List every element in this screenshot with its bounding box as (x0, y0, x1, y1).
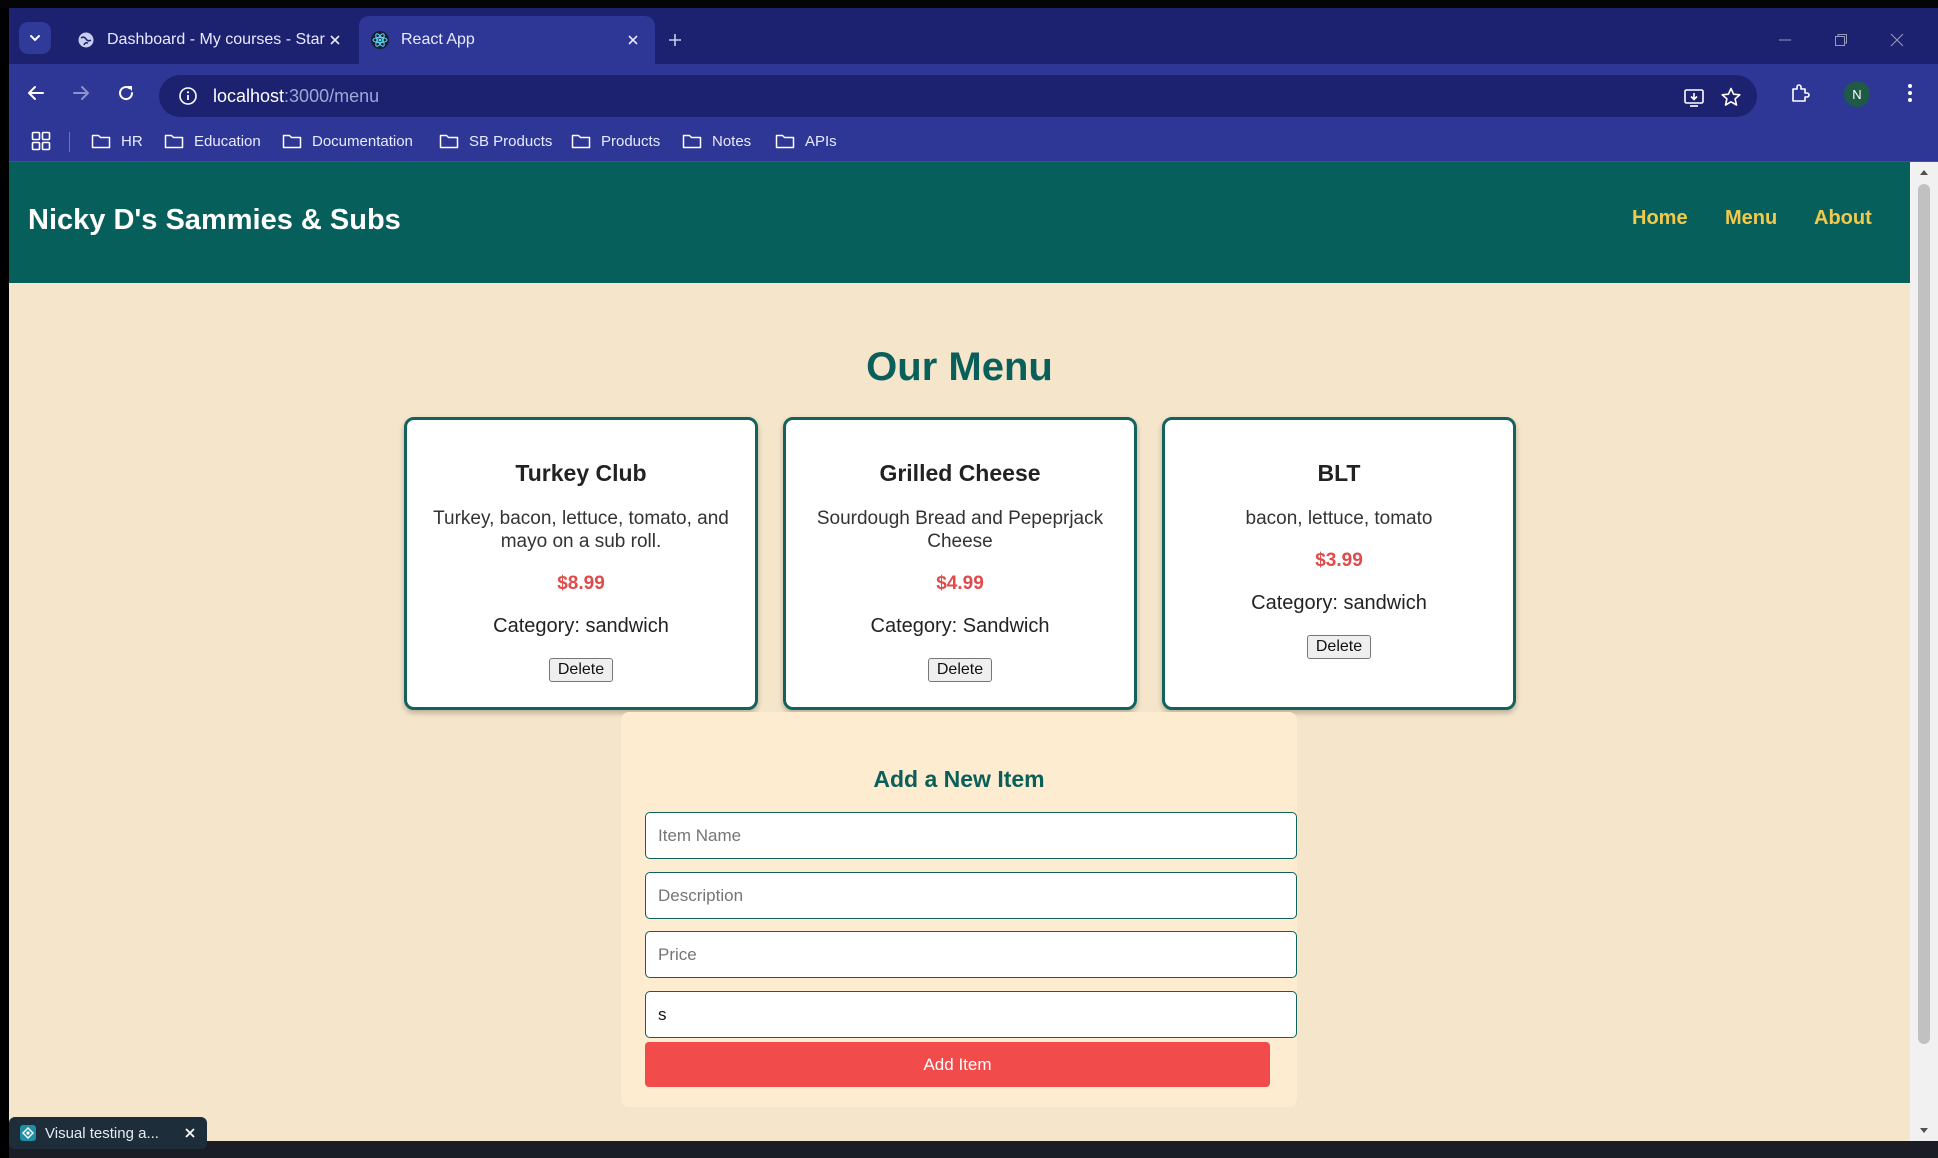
tab-search-button[interactable] (19, 22, 51, 54)
site-header: Nicky D's Sammies & Subs Home Menu About (9, 162, 1910, 283)
tab-react-app[interactable]: React App (359, 16, 655, 64)
arrow-left-icon (28, 86, 44, 100)
bookmark-hr[interactable]: HR (91, 120, 143, 162)
add-item-form: Add a New Item Item Name Description Pri… (621, 712, 1297, 1107)
menu-card-turkey-club: Turkey Club Turkey, bacon, lettuce, toma… (404, 417, 758, 710)
tab-dashboard[interactable]: Dashboard - My courses - Start (65, 16, 357, 64)
new-tab-button[interactable] (661, 26, 689, 54)
category-input[interactable]: s (645, 991, 1297, 1038)
page-viewport: Nicky D's Sammies & Subs Home Menu About… (9, 162, 1910, 1141)
bookmark-sb-products[interactable]: SB Products (439, 120, 552, 162)
minimize-icon (1779, 39, 1791, 41)
more-menu-icon[interactable] (1897, 80, 1923, 106)
forward-button[interactable] (66, 78, 96, 108)
bookmark-notes[interactable]: Notes (682, 120, 751, 162)
page-title: Our Menu (866, 345, 1053, 389)
item-name-input[interactable]: Item Name (645, 812, 1297, 859)
nav-link-home[interactable]: Home (1632, 207, 1688, 230)
restore-button[interactable] (1827, 26, 1855, 54)
item-name: Grilled Cheese (879, 460, 1041, 486)
add-item-button[interactable]: Add Item (645, 1042, 1270, 1087)
screen-top-edge (0, 0, 1938, 8)
folder-icon (282, 134, 302, 149)
profile-avatar[interactable]: N (1844, 81, 1870, 107)
folder-icon (164, 134, 184, 149)
tab-title: React App (401, 31, 475, 48)
folder-icon (571, 134, 591, 149)
chevron-down-icon (30, 35, 40, 42)
visual-testing-toast[interactable]: Visual testing a... (9, 1117, 207, 1149)
folder-icon (775, 134, 795, 149)
browser-toolbar: localhost:3000/menu N (9, 64, 1938, 120)
bookmark-apis[interactable]: APIs (775, 120, 837, 162)
plus-icon (669, 34, 681, 46)
folder-icon (682, 134, 702, 149)
back-button[interactable] (21, 78, 51, 108)
site-brand[interactable]: Nicky D's Sammies & Subs (28, 204, 401, 237)
delete-button[interactable]: Delete (1306, 635, 1372, 659)
bookmark-education[interactable]: Education (164, 120, 261, 162)
tab-strip: Dashboard - My courses - Start React App (9, 8, 1938, 64)
item-description: bacon, lettuce, tomato (1245, 508, 1433, 529)
visual-testing-icon (20, 1125, 36, 1141)
item-name: Turkey Club (515, 460, 647, 486)
close-icon[interactable] (179, 1122, 201, 1144)
delete-button[interactable]: Delete (927, 658, 993, 682)
menu-card-blt: BLT bacon, lettuce, tomato $3.99 Categor… (1162, 417, 1516, 710)
apps-grid-icon[interactable] (31, 131, 51, 151)
item-description: Sourdough Bread and Pepeprjack Cheese (816, 508, 1104, 552)
folder-icon (439, 134, 459, 149)
star-icon[interactable] (1719, 85, 1743, 109)
bookmarks-bar: HR Education Documentation SB Products P… (9, 120, 1938, 162)
bookmark-products[interactable]: Products (571, 120, 660, 162)
browser-window: Dashboard - My courses - Start React App (9, 8, 1938, 1158)
nav-link-menu[interactable]: Menu (1725, 207, 1777, 230)
item-description: Turkey, bacon, lettuce, tomato, and mayo… (433, 508, 729, 552)
toast-label: Visual testing a... (45, 1124, 159, 1142)
close-window-button[interactable] (1883, 26, 1911, 54)
item-category: Category: sandwich (493, 615, 669, 637)
bookmark-documentation[interactable]: Documentation (282, 120, 413, 162)
minimize-button[interactable] (1771, 26, 1799, 54)
price-input[interactable]: Price (645, 931, 1297, 978)
url-text: localhost:3000/menu (213, 85, 380, 106)
nav-link-about[interactable]: About (1814, 207, 1872, 230)
form-title: Add a New Item (873, 766, 1045, 792)
menu-card-grilled-cheese: Grilled Cheese Sourdough Bread and Pepep… (783, 417, 1137, 710)
folder-icon (91, 134, 111, 149)
reload-button[interactable] (111, 78, 141, 108)
item-category: Category: Sandwich (870, 615, 1050, 637)
item-name: BLT (1317, 460, 1361, 486)
install-app-icon[interactable] (1682, 85, 1706, 109)
extensions-icon[interactable] (1787, 80, 1813, 106)
description-input[interactable]: Description (645, 872, 1297, 919)
reload-icon (119, 86, 134, 101)
arrow-right-icon (73, 86, 89, 100)
globe-icon (77, 31, 95, 49)
scroll-down-icon[interactable] (1918, 1125, 1930, 1137)
item-price: $4.99 (936, 573, 984, 594)
restore-icon (1835, 34, 1847, 46)
close-icon (1890, 33, 1904, 47)
site-info-icon[interactable] (177, 85, 199, 107)
react-logo-icon (371, 31, 389, 49)
page-scrollbar[interactable] (1910, 162, 1938, 1141)
delete-button[interactable]: Delete (548, 658, 614, 682)
taskbar-edge (9, 1141, 1938, 1158)
item-price: $3.99 (1315, 550, 1363, 571)
tab-title: Dashboard - My courses - Start (107, 31, 325, 48)
scroll-up-icon[interactable] (1918, 166, 1930, 178)
address-bar[interactable]: localhost:3000/menu (159, 75, 1757, 117)
bookmarks-separator (69, 132, 70, 152)
scroll-thumb[interactable] (1918, 184, 1930, 1044)
close-icon[interactable] (623, 30, 643, 50)
item-price: $8.99 (557, 573, 605, 594)
item-category: Category: sandwich (1251, 592, 1427, 614)
close-icon[interactable] (325, 30, 345, 50)
